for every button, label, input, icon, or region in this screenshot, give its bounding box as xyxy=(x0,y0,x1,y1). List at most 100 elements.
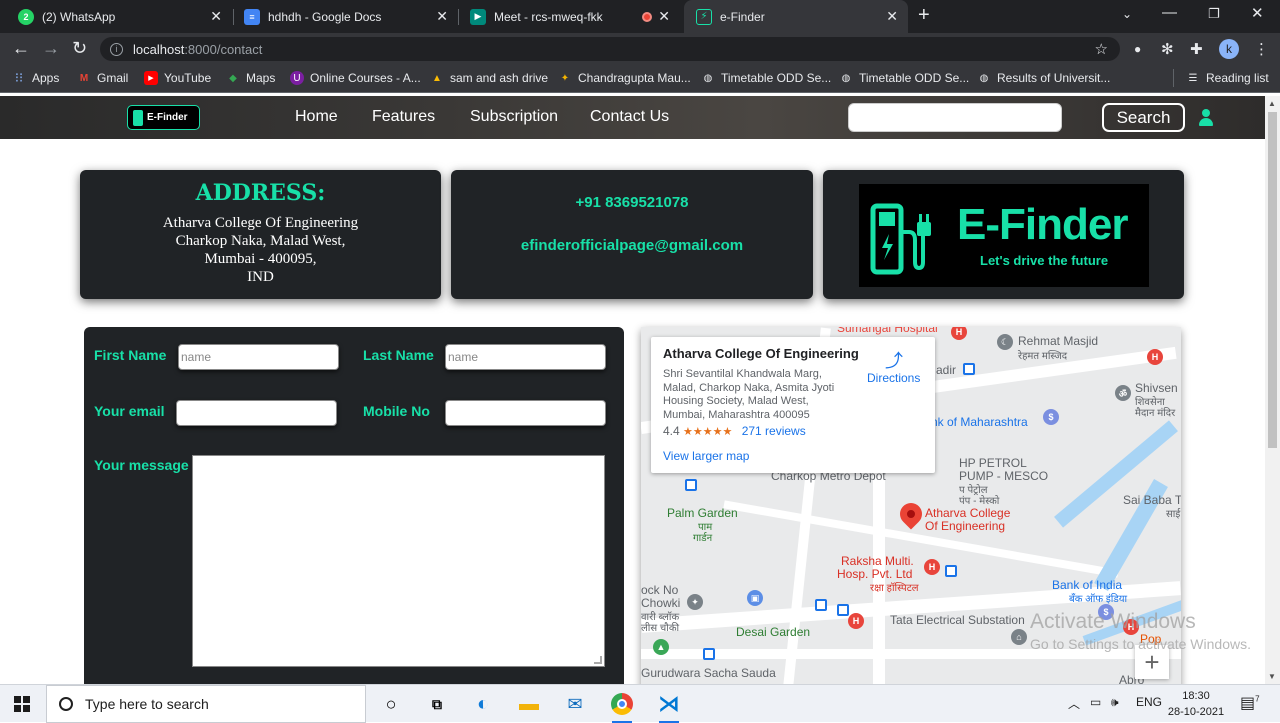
hospital-marker-icon[interactable]: H xyxy=(1147,349,1163,365)
edge-browser-icon[interactable]: ◐ xyxy=(470,691,496,717)
hospital-marker-icon[interactable]: H xyxy=(951,327,967,340)
bus-stop-icon[interactable] xyxy=(815,599,827,611)
back-arrow-icon[interactable]: ← xyxy=(12,38,30,59)
directions-icon[interactable]: ⤴ xyxy=(885,347,903,373)
bus-stop-icon[interactable] xyxy=(945,565,957,577)
nav-subscription[interactable]: Subscription xyxy=(470,108,558,126)
bus-stop-icon[interactable] xyxy=(837,604,849,616)
nav-features[interactable]: Features xyxy=(372,108,435,126)
profile-avatar[interactable]: k xyxy=(1219,39,1239,59)
landmark-marker-icon[interactable]: ⌂ xyxy=(1011,629,1027,645)
bookmark-timetable-2[interactable]: ◍ Timetable ODD Se... xyxy=(839,71,970,85)
efinder-logo: E-Finder Let's drive the future xyxy=(859,184,1149,287)
activate-windows-subtitle: Go to Settings to activate Windows. xyxy=(1030,636,1251,652)
hospital-marker-icon[interactable]: H xyxy=(924,559,940,575)
apps-grid-icon: ⁝⁝ xyxy=(14,70,24,85)
tray-chevron-icon[interactable]: ︿ xyxy=(1068,695,1080,712)
directions-link[interactable]: Directions xyxy=(867,371,920,385)
chrome-taskbar-icon[interactable] xyxy=(609,691,635,723)
phone-number[interactable]: +91 8369521078 xyxy=(451,194,813,211)
extension-gear-icon[interactable]: ✻ xyxy=(1161,40,1174,58)
vscode-icon[interactable]: ⋊ xyxy=(656,691,682,723)
language-indicator[interactable]: ENG xyxy=(1136,695,1162,709)
bookmark-divider xyxy=(1173,69,1174,87)
bookmark-drive[interactable]: ▲ sam and ash drive xyxy=(430,71,548,85)
site-info-icon[interactable]: i xyxy=(110,42,123,56)
tab-title: hdhdh - Google Docs xyxy=(268,9,382,24)
last-name-input[interactable]: name xyxy=(445,344,606,370)
bookmark-gmail[interactable]: M Gmail xyxy=(77,71,129,85)
close-tab-icon[interactable]: ✕ xyxy=(658,8,670,25)
new-tab-icon[interactable]: + xyxy=(918,4,930,27)
bookmark-timetable-1[interactable]: ◍ Timetable ODD Se... xyxy=(701,71,832,85)
reading-list-button[interactable]: ☰ Reading list xyxy=(1186,71,1269,85)
site-search-input[interactable] xyxy=(848,103,1062,132)
network-icon[interactable]: ▭ xyxy=(1090,695,1101,709)
scroll-down-icon[interactable]: ▼ xyxy=(1268,672,1276,681)
forward-arrow-icon[interactable]: → xyxy=(42,38,60,59)
tab-efinder[interactable]: ⚡ e-Finder ✕ xyxy=(684,0,908,33)
bank-marker-icon[interactable]: $ xyxy=(1043,409,1059,425)
reload-icon[interactable]: ↻ xyxy=(72,38,87,59)
close-tab-icon[interactable]: ✕ xyxy=(210,8,222,25)
nav-home[interactable]: Home xyxy=(295,108,338,126)
reviews-link[interactable]: 271 reviews xyxy=(742,424,806,438)
tab-search-chevron-icon[interactable]: ⌄ xyxy=(1122,7,1132,21)
tab-whatsapp[interactable]: 2 (2) WhatsApp ✕ xyxy=(0,0,232,33)
resize-grip-icon[interactable] xyxy=(594,656,602,664)
file-explorer-icon[interactable]: ▬ xyxy=(516,691,542,717)
taskbar-search-box[interactable]: Type here to search xyxy=(46,685,366,723)
nav-contact-us[interactable]: Contact Us xyxy=(590,108,669,126)
bookmark-star-icon[interactable]: ☆ xyxy=(1095,40,1108,58)
mail-icon[interactable]: ✉ xyxy=(562,691,588,717)
message-textarea[interactable] xyxy=(192,455,605,667)
chrome-menu-icon[interactable]: ⋮ xyxy=(1254,40,1269,58)
bookmark-chandragupta[interactable]: ✦ Chandragupta Mau... xyxy=(558,71,691,85)
temple-marker-icon[interactable]: ॐ xyxy=(1115,385,1131,401)
bookmark-apps[interactable]: ⁝⁝ Apps xyxy=(12,70,60,85)
map-label: Sai Baba T xyxy=(1123,493,1181,507)
bookmark-online-courses[interactable]: U Online Courses - A... xyxy=(290,71,421,85)
address-bar[interactable]: i localhost:8000/contact ☆ xyxy=(100,37,1120,61)
tab-google-docs[interactable]: ≡ hdhdh - Google Docs ✕ xyxy=(232,0,458,33)
user-icon[interactable] xyxy=(1198,109,1214,127)
task-view-icon[interactable]: ⧉ xyxy=(424,691,450,717)
email-input[interactable] xyxy=(176,400,337,426)
hospital-marker-icon[interactable]: H xyxy=(848,613,864,629)
bus-stop-icon[interactable] xyxy=(685,479,697,491)
scroll-up-icon[interactable]: ▲ xyxy=(1268,99,1276,108)
bus-stop-icon[interactable] xyxy=(963,363,975,375)
bookmark-label: Timetable ODD Se... xyxy=(721,71,832,85)
mosque-marker-icon[interactable]: ☾ xyxy=(997,334,1013,350)
shopping-marker-icon[interactable]: ▣ xyxy=(747,590,763,606)
bus-stop-icon[interactable] xyxy=(703,648,715,660)
scrollbar-thumb[interactable] xyxy=(1268,112,1277,448)
cortana-icon[interactable]: ○ xyxy=(378,691,404,717)
windows-start-icon[interactable] xyxy=(14,696,30,712)
first-name-input[interactable]: name xyxy=(178,344,339,370)
site-search-button[interactable]: Search xyxy=(1102,103,1185,132)
bookmark-maps[interactable]: ◆ Maps xyxy=(226,71,275,85)
park-marker-icon[interactable]: ▲ xyxy=(653,639,669,655)
location-pin-icon[interactable] xyxy=(895,498,927,530)
email-address[interactable]: efinderofficialpage@gmail.com xyxy=(451,237,813,254)
brand-logo[interactable]: E-Finder xyxy=(127,105,200,130)
mobile-input[interactable] xyxy=(445,400,606,426)
tab-google-meet[interactable]: ▶ Meet - rcs-mweq-fkk ✕ xyxy=(458,0,680,33)
bookmark-results[interactable]: ◍ Results of Universit... xyxy=(977,71,1111,85)
taskbar-clock[interactable]: 18:30 28-10-2021 xyxy=(1166,688,1226,720)
map-label: PUMP - MESCO xyxy=(959,469,1049,483)
bookmark-youtube[interactable]: ▶ YouTube xyxy=(144,71,211,85)
extension-dot-icon[interactable]: ● xyxy=(1134,42,1141,56)
view-larger-map-link[interactable]: View larger map xyxy=(663,449,749,463)
notification-center-icon[interactable]: ▤7 xyxy=(1240,693,1260,713)
extensions-puzzle-icon[interactable]: ✚ xyxy=(1190,40,1203,58)
page-scrollbar[interactable]: ▲ ▼ xyxy=(1265,96,1280,684)
close-tab-icon[interactable]: ✕ xyxy=(436,8,448,25)
police-marker-icon[interactable]: ✦ xyxy=(687,594,703,610)
restore-icon[interactable]: ❐ xyxy=(1208,6,1220,22)
close-tab-icon[interactable]: ✕ xyxy=(886,8,898,25)
minimize-icon[interactable]: — xyxy=(1162,4,1177,21)
volume-icon[interactable]: 🕪 xyxy=(1111,695,1119,710)
close-window-icon[interactable]: ✕ xyxy=(1251,4,1264,22)
